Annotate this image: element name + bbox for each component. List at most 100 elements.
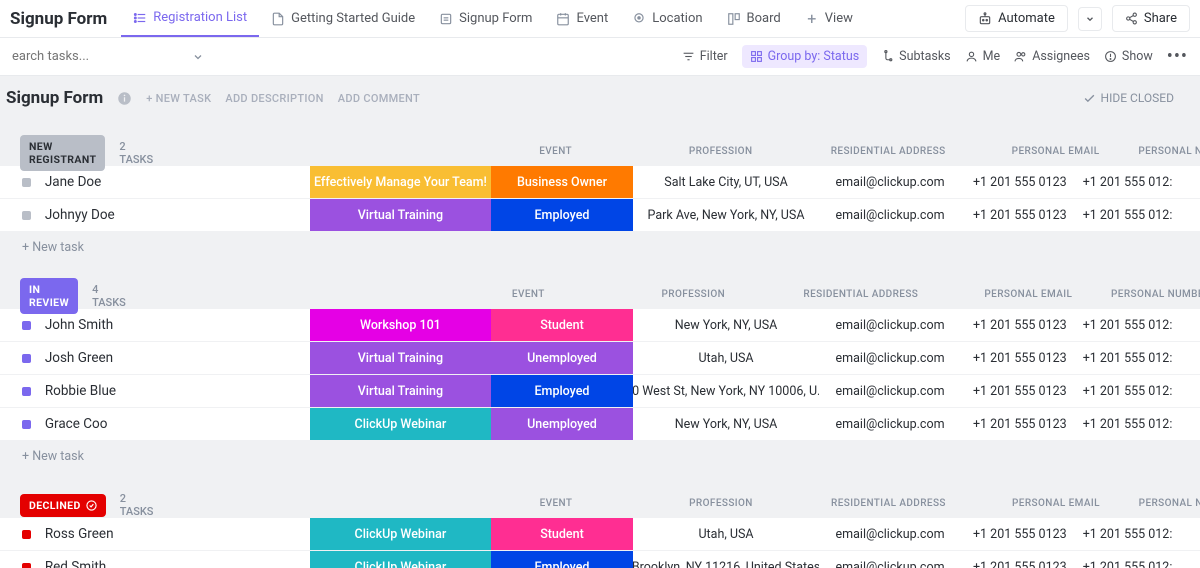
work-number-cell[interactable]: +1 201 555 012: bbox=[1079, 551, 1177, 568]
event-cell[interactable]: ClickUp Webinar bbox=[310, 408, 491, 440]
personal-number-cell[interactable]: +1 201 555 0123 bbox=[961, 166, 1079, 198]
task-name[interactable]: Josh Green bbox=[45, 350, 310, 366]
status-square[interactable] bbox=[22, 563, 31, 568]
task-name[interactable]: Robbie Blue bbox=[45, 383, 310, 399]
tab-view[interactable]: +View bbox=[793, 0, 865, 37]
automate-dropdown[interactable] bbox=[1078, 7, 1102, 31]
assignees-button[interactable]: Assignees bbox=[1014, 49, 1090, 64]
personal-number-cell[interactable]: +1 201 555 0123 bbox=[961, 309, 1079, 341]
automate-button[interactable]: Automate bbox=[965, 5, 1068, 32]
table-row[interactable]: Red SmithClickUp WebinarEmployedBrooklyn… bbox=[0, 551, 1200, 568]
col-email[interactable]: PERSONAL EMAIL bbox=[956, 289, 1101, 303]
personal-number-cell[interactable]: +1 201 555 0123 bbox=[961, 551, 1079, 568]
col-personal-number[interactable]: PERSONAL NUMBER bbox=[1128, 146, 1200, 160]
email-cell[interactable]: email@clickup.com bbox=[819, 551, 961, 568]
address-cell[interactable]: Park Ave, New York, NY, USA bbox=[633, 199, 819, 231]
col-personal-number[interactable]: PERSONAL NUMBER bbox=[1101, 289, 1200, 303]
new-task-row[interactable]: + New task bbox=[0, 232, 1200, 263]
search-input[interactable] bbox=[12, 49, 132, 64]
task-name[interactable]: Johnyy Doe bbox=[45, 207, 310, 223]
profession-cell[interactable]: Employed bbox=[491, 375, 633, 407]
tab-event[interactable]: Event bbox=[544, 0, 620, 37]
tab-signup-form[interactable]: Signup Form bbox=[427, 0, 544, 37]
personal-number-cell[interactable]: +1 201 555 0123 bbox=[961, 518, 1079, 550]
col-profession[interactable]: PROFESSION bbox=[648, 146, 793, 160]
address-cell[interactable]: Utah, USA bbox=[633, 518, 819, 550]
col-profession[interactable]: PROFESSION bbox=[621, 289, 766, 303]
email-cell[interactable]: email@clickup.com bbox=[819, 375, 961, 407]
col-personal-number[interactable]: PERSONAL NUMBER bbox=[1128, 498, 1200, 512]
profession-cell[interactable]: Business Owner bbox=[491, 166, 633, 198]
col-address[interactable]: RESIDENTIAL ADDRESS bbox=[793, 146, 983, 160]
filter-button[interactable]: Filter bbox=[682, 49, 728, 64]
new-task-button[interactable]: + NEW TASK bbox=[146, 92, 211, 105]
status-square[interactable] bbox=[22, 321, 31, 330]
work-number-cell[interactable]: +1 201 555 012: bbox=[1079, 199, 1177, 231]
table-row[interactable]: Robbie BlueVirtual TrainingEmployed90 We… bbox=[0, 375, 1200, 408]
personal-number-cell[interactable]: +1 201 555 0123 bbox=[961, 199, 1079, 231]
share-button[interactable]: Share bbox=[1112, 5, 1190, 32]
task-name[interactable]: Ross Green bbox=[45, 526, 310, 542]
tab-location[interactable]: Location bbox=[620, 0, 714, 37]
event-cell[interactable]: Virtual Training bbox=[310, 375, 491, 407]
status-square[interactable] bbox=[22, 530, 31, 539]
email-cell[interactable]: email@clickup.com bbox=[819, 166, 961, 198]
event-cell[interactable]: ClickUp Webinar bbox=[310, 551, 491, 568]
status-square[interactable] bbox=[22, 420, 31, 429]
address-cell[interactable]: Salt Lake City, UT, USA bbox=[633, 166, 819, 198]
status-square[interactable] bbox=[22, 211, 31, 220]
work-number-cell[interactable]: +1 201 555 012: bbox=[1079, 408, 1177, 440]
col-address[interactable]: RESIDENTIAL ADDRESS bbox=[793, 498, 983, 512]
col-event[interactable]: EVENT bbox=[463, 498, 648, 512]
col-event[interactable]: EVENT bbox=[436, 289, 621, 303]
personal-number-cell[interactable]: +1 201 555 0123 bbox=[961, 408, 1079, 440]
status-square[interactable] bbox=[22, 354, 31, 363]
col-email[interactable]: PERSONAL EMAIL bbox=[983, 498, 1128, 512]
email-cell[interactable]: email@clickup.com bbox=[819, 199, 961, 231]
work-number-cell[interactable]: +1 201 555 012: bbox=[1079, 166, 1177, 198]
table-row[interactable]: Grace CooClickUp WebinarUnemployedNew Yo… bbox=[0, 408, 1200, 441]
personal-number-cell[interactable]: +1 201 555 0123 bbox=[961, 375, 1079, 407]
more-menu[interactable]: ••• bbox=[1167, 46, 1188, 67]
tab-getting-started-guide[interactable]: Getting Started Guide bbox=[259, 0, 427, 37]
profession-cell[interactable]: Unemployed bbox=[491, 408, 633, 440]
work-number-cell[interactable]: +1 201 555 012: bbox=[1079, 518, 1177, 550]
me-button[interactable]: Me bbox=[965, 49, 1001, 64]
profession-cell[interactable]: Student bbox=[491, 309, 633, 341]
profession-cell[interactable]: Employed bbox=[491, 199, 633, 231]
work-number-cell[interactable]: +1 201 555 012: bbox=[1079, 342, 1177, 374]
status-square[interactable] bbox=[22, 387, 31, 396]
table-row[interactable]: Ross GreenClickUp WebinarStudentUtah, US… bbox=[0, 518, 1200, 551]
task-name[interactable]: Grace Coo bbox=[45, 416, 310, 432]
profession-cell[interactable]: Unemployed bbox=[491, 342, 633, 374]
show-button[interactable]: Show bbox=[1104, 49, 1153, 64]
task-name[interactable]: John Smith bbox=[45, 317, 310, 333]
add-comment-button[interactable]: ADD COMMENT bbox=[338, 92, 420, 105]
table-row[interactable]: Jane DoeEffectively Manage Your Team!Bus… bbox=[0, 166, 1200, 199]
task-name[interactable]: Red Smith bbox=[45, 559, 310, 568]
subtasks-button[interactable]: Subtasks bbox=[881, 49, 950, 64]
work-number-cell[interactable]: +1 201 555 012: bbox=[1079, 375, 1177, 407]
table-row[interactable]: Josh GreenVirtual TrainingUnemployedUtah… bbox=[0, 342, 1200, 375]
add-description-button[interactable]: ADD DESCRIPTION bbox=[225, 92, 323, 105]
email-cell[interactable]: email@clickup.com bbox=[819, 342, 961, 374]
info-icon[interactable] bbox=[117, 91, 132, 106]
event-cell[interactable]: ClickUp Webinar bbox=[310, 518, 491, 550]
table-row[interactable]: John SmithWorkshop 101StudentNew York, N… bbox=[0, 309, 1200, 342]
email-cell[interactable]: email@clickup.com bbox=[819, 309, 961, 341]
address-cell[interactable]: Utah, USA bbox=[633, 342, 819, 374]
col-event[interactable]: EVENT bbox=[463, 146, 648, 160]
task-name[interactable]: Jane Doe bbox=[45, 174, 310, 190]
email-cell[interactable]: email@clickup.com bbox=[819, 518, 961, 550]
address-cell[interactable]: Brooklyn, NY 11216, United States bbox=[633, 551, 819, 568]
event-cell[interactable]: Virtual Training bbox=[310, 199, 491, 231]
tab-registration-list[interactable]: Registration List bbox=[121, 0, 259, 37]
chevron-down-icon[interactable] bbox=[192, 51, 204, 63]
profession-cell[interactable]: Student bbox=[491, 518, 633, 550]
status-square[interactable] bbox=[22, 178, 31, 187]
status-pill[interactable]: NEW REGISTRANT bbox=[20, 135, 105, 171]
profession-cell[interactable]: Employed bbox=[491, 551, 633, 568]
event-cell[interactable]: Effectively Manage Your Team! bbox=[310, 166, 491, 198]
work-number-cell[interactable]: +1 201 555 012: bbox=[1079, 309, 1177, 341]
address-cell[interactable]: 90 West St, New York, NY 10006, U... bbox=[633, 375, 819, 407]
